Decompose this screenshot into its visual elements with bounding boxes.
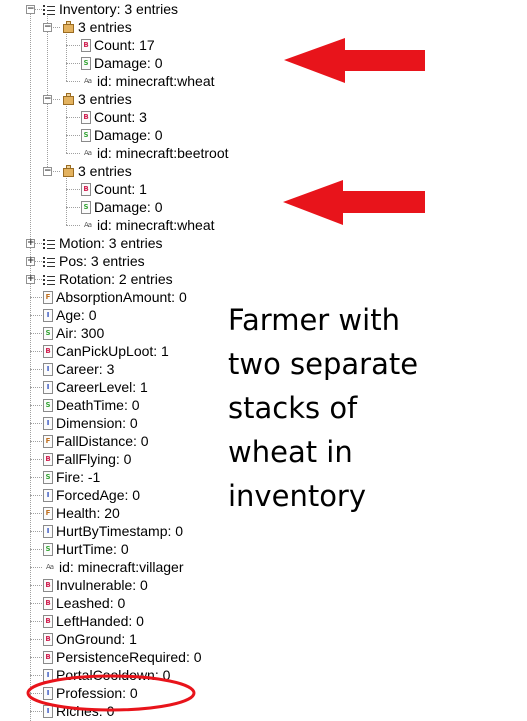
red-arrow-icon xyxy=(284,38,425,83)
red-arrow-icon xyxy=(283,180,425,225)
red-circle-highlight xyxy=(26,674,196,712)
annotation-overlay xyxy=(26,38,425,712)
